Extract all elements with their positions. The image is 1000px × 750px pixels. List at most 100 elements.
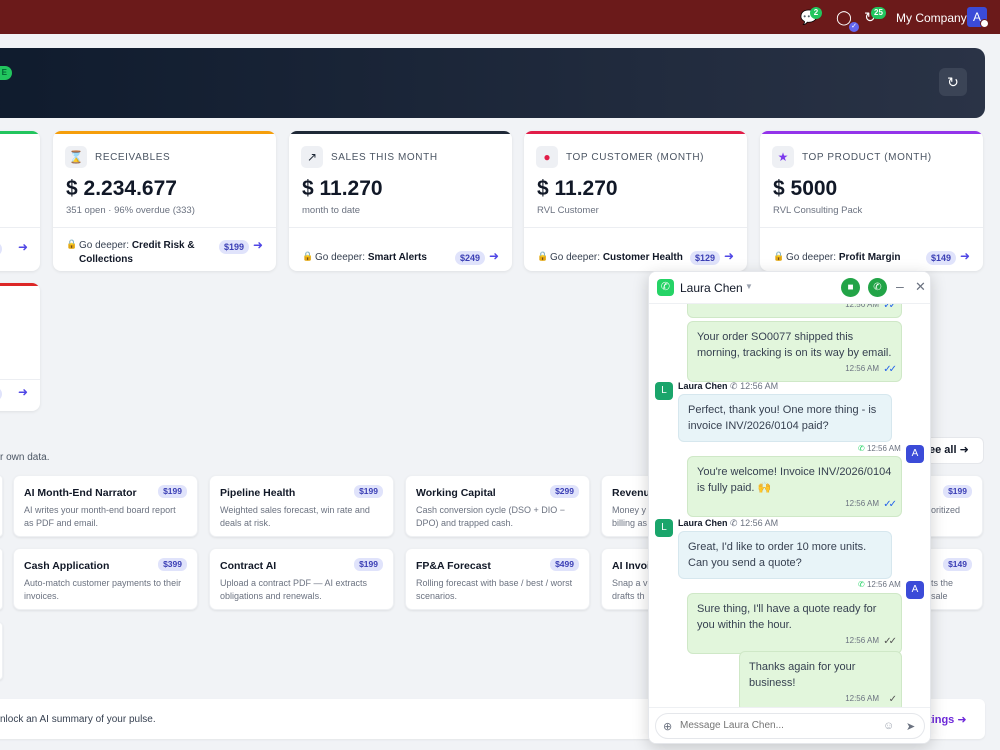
chat-input-wrapper: ⊕ ☺ ➤ [655,713,925,739]
go-deeper-link[interactable]: Go deeper: Profit Margin [786,251,901,265]
kpi-subtitle: month to date [302,205,361,216]
chat-messages: 12:56 AM ✓✓ Your order SO0077 shipped th… [649,298,930,712]
app-title: Pipeline Health [220,487,296,499]
arrow-right-icon[interactable]: ➜ [960,249,970,263]
kpi-price: $249 [455,251,486,265]
kpi-subtitle: RVL Customer [537,205,599,216]
go-deeper-link[interactable]: Go deeper: Smart Alerts [315,251,427,265]
refresh-button[interactable]: ↻ [939,68,967,96]
chevron-down-icon[interactable]: ▼ [745,282,753,291]
go-deeper-link[interactable]: Go deeper: Customer Health [550,251,683,265]
message-text: Sure thing, I'll have a quote ready for … [697,603,877,631]
message-time: 12:56 AM [845,364,879,373]
video-call-button[interactable]: ■ [841,278,860,297]
whatsapp-sub-icon: ✓ [849,22,859,32]
kpi-card-top-product: ★ TOP PRODUCT (MONTH) $ 5000 RVL Consult… [760,131,983,271]
app-card[interactable]: FP&A Forecast $499 Rolling forecast with… [405,548,590,610]
trophy-icon: ★ [772,146,794,168]
arrow-right-icon[interactable]: ➜ [253,238,263,252]
arrow-right-icon[interactable]: ➜ [18,240,28,254]
kpi-price: $129 [690,251,721,265]
app-description: Snap a v drafts th [612,578,648,601]
kpi-card-top-customer: ● TOP CUSTOMER (MONTH) $ 11.270 RVL Cust… [524,131,747,271]
message-time: 12:56 AM [845,694,879,703]
app-card-partial[interactable] [0,475,3,537]
message-out: Sure thing, I'll have a quote ready for … [687,593,902,654]
app-description: oritized [931,505,961,515]
app-description: Rolling forecast with base / best / wors… [416,578,573,601]
chat-window: ✆ Laura Chen ▼ ■ ✆ – ✕ 12:56 AM ✓✓ Your … [648,271,931,744]
phone-icon: ✆ [873,282,882,293]
user-avatar: A [906,445,924,463]
user-avatar: A [906,581,924,599]
kpi-label: TOP PRODUCT (MONTH) [802,152,932,163]
ai-summary-text: nlock an AI summary of your pulse. [0,714,156,725]
whatsapp-icon: ✆ [730,381,738,391]
app-title: AI Invoi [612,560,650,572]
whatsapp-icon: ✆ [730,518,738,528]
app-description: Money y billing as [612,505,648,528]
message-out: You're welcome! Invoice INV/2026/0104 is… [687,456,902,517]
app-price: $199 [943,485,972,498]
app-title: Revenu [612,487,650,499]
sent-check-icon: ✓ [888,694,898,705]
kpi-value: $ 5000 [773,177,838,200]
app-description: ts the sale [931,578,954,601]
kpi-price: 79 [0,387,3,401]
voice-call-button[interactable]: ✆ [868,278,887,297]
message-meta: ✆ 12:56 AM [858,580,901,589]
app-title: Working Capital [416,487,496,499]
app-description: Upload a contract PDF — AI extracts obli… [220,578,368,601]
app-price: $199 [354,485,383,498]
kpi-value: $ 11.270 [537,177,618,200]
settings-link[interactable]: tings ➜ [928,713,967,726]
app-card-partial[interactable] [0,548,3,610]
message-input[interactable] [680,720,870,731]
app-description: Weighted sales forecast, win rate and de… [220,505,370,528]
app-card[interactable]: AI Month-End Narrator $199 AI writes you… [13,475,198,537]
chat-contact-name[interactable]: Laura Chen [680,281,743,295]
app-title: Contract AI [220,560,277,572]
kpi-subtitle: RVL Consulting Pack [773,205,863,216]
arrow-right-icon[interactable]: ➜ [724,249,734,263]
message-out: Thanks again for your business! 12:56 AM… [739,651,902,712]
app-card[interactable]: Working Capital $299 Cash conversion cyc… [405,475,590,537]
go-deeper-link[interactable]: Go deeper: Credit Risk & Collections [79,239,209,267]
message-time: 12:56 AM [845,499,879,508]
app-price: $199 [354,558,383,571]
whatsapp-icon: ✆ [858,580,865,589]
arrow-right-icon[interactable]: ➜ [489,249,499,263]
kpi-value: $ 2.234.677 [66,177,177,200]
app-card[interactable]: Cash Application $399 Auto-match custome… [13,548,198,610]
emoji-icon[interactable]: ☺ [883,720,894,732]
arrow-right-icon: ➜ [957,714,967,726]
close-icon[interactable]: ✕ [915,279,926,295]
kpi-label: SALES THIS MONTH [331,152,438,163]
attach-plus-icon[interactable]: ⊕ [663,720,672,733]
chart-line-icon: ↗ [301,146,323,168]
message-time: 12:56 AM [845,636,879,645]
kpi-value: $ 11.270 [302,177,383,200]
message-in: Great, I'd like to order 10 more units. … [678,531,892,579]
chat-badge: 2 [810,7,822,19]
app-price: $399 [158,558,187,571]
app-description: AI writes your month-end board report as… [24,505,176,528]
send-icon[interactable]: ➤ [906,720,915,733]
hero-banner [0,48,985,118]
app-card[interactable]: Contract AI $199 Upload a contract PDF —… [209,548,394,610]
lock-icon: 🔒 [302,251,314,261]
whatsapp-icon: ✆ [657,279,674,296]
kpi-card-partial: 79 ➜ [0,283,40,411]
message-meta: ✆ 12:56 AM [858,444,901,453]
minimize-icon[interactable]: – [896,278,904,294]
arrow-right-icon[interactable]: ➜ [18,385,28,399]
user-icon: ● [536,146,558,168]
activity-badge: 25 [871,7,886,19]
kpi-card-receivables: ⌛ RECEIVABLES $ 2.234.677 351 open · 96%… [53,131,276,271]
app-card[interactable]: Pipeline Health $199 Weighted sales fore… [209,475,394,537]
app-title: Cash Application [24,560,110,572]
kpi-card-partial: 49 ➜ [0,131,40,271]
message-text: Thanks again for your business! [749,661,856,689]
company-switcher[interactable]: My Company [896,11,967,25]
whatsapp-icon: ✆ [858,444,865,453]
